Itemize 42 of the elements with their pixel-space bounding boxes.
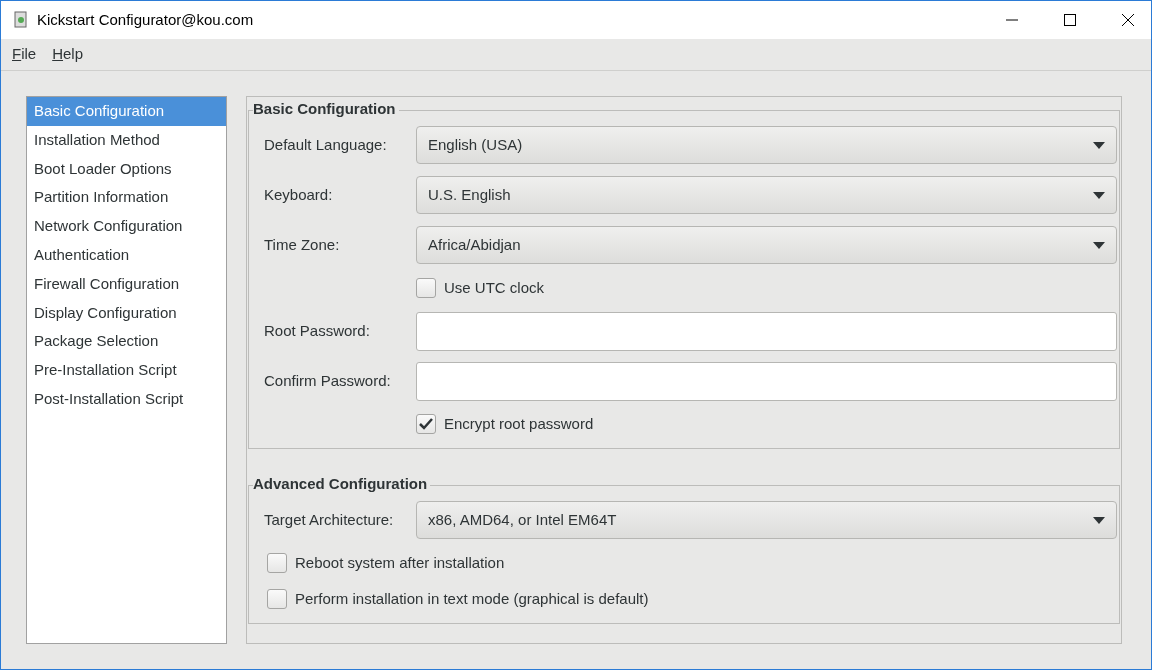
sidebar-item[interactable]: Package Selection xyxy=(27,327,226,357)
menu-item[interactable]: File xyxy=(5,43,44,66)
menu-item[interactable]: Help xyxy=(45,43,91,66)
dropdown[interactable]: x86, AMD64, or Intel EM64T xyxy=(416,501,1117,539)
close-icon xyxy=(1122,14,1134,26)
sidebar-item[interactable]: Boot Loader Options xyxy=(27,154,226,184)
checkbox[interactable] xyxy=(416,278,436,298)
maximize-icon xyxy=(1064,14,1076,26)
dropdown[interactable]: Africa/Abidjan xyxy=(416,226,1117,264)
field-label: Confirm Password: xyxy=(264,370,392,391)
section-title: Basic Configuration xyxy=(253,100,399,118)
field-label: Keyboard: xyxy=(264,184,334,205)
sidebar-item[interactable]: Display Configuration xyxy=(27,298,226,328)
password-field[interactable] xyxy=(416,361,1117,401)
dropdown-arrow-icon xyxy=(1093,191,1105,199)
sidebar-item[interactable]: Partition Information xyxy=(27,183,226,213)
field-label: Time Zone: xyxy=(264,234,341,255)
sidebar-item[interactable]: Installation Method xyxy=(27,125,226,155)
sidebar-item[interactable]: Post-Installation Script xyxy=(27,384,226,414)
dropdown[interactable]: English (USA) xyxy=(416,126,1117,164)
password-field[interactable] xyxy=(416,311,1117,351)
section-title: Advanced Configuration xyxy=(253,475,431,493)
dropdown[interactable]: U.S. English xyxy=(416,176,1117,214)
field-label: Target Architecture: xyxy=(264,509,395,530)
checkbox-label: Reboot system after installation xyxy=(295,552,505,573)
checkbox[interactable] xyxy=(416,414,436,434)
window-title: Kickstart Configurator@kou.com xyxy=(37,9,254,30)
checkbox-label: Encrypt root password xyxy=(444,413,594,434)
app-icon xyxy=(13,11,29,29)
checkbox-label: Use UTC clock xyxy=(444,277,544,298)
dropdown-arrow-icon xyxy=(1093,241,1105,249)
dropdown-arrow-icon xyxy=(1093,516,1105,524)
dropdown-arrow-icon xyxy=(1093,141,1105,149)
sidebar-item[interactable]: Network Configuration xyxy=(27,212,226,241)
field-label: Default Language: xyxy=(264,134,388,155)
checkbox-label: Perform installation in text mode (graphical is default) xyxy=(295,588,649,609)
checkbox[interactable] xyxy=(267,589,287,609)
sidebar-item[interactable]: Authentication xyxy=(27,241,226,270)
field-label: Root Password: xyxy=(264,320,371,341)
sidebar-item[interactable]: Pre-Installation Script xyxy=(27,356,226,385)
sidebar-item[interactable]: Firewall Configuration xyxy=(27,269,226,299)
checkbox[interactable] xyxy=(267,553,287,573)
